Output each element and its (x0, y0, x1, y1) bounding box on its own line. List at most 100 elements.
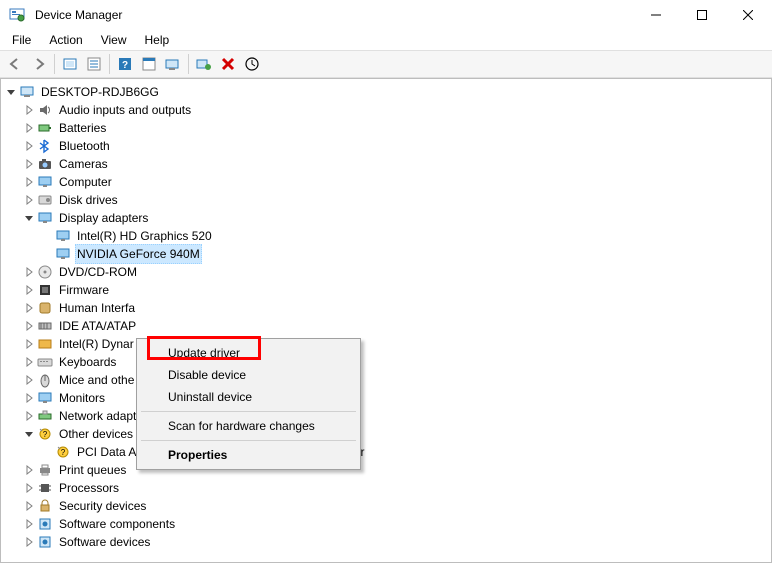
ctx-update-driver[interactable]: Update driver (140, 342, 357, 364)
minimize-button[interactable] (633, 0, 679, 30)
expand-toggle[interactable] (21, 282, 37, 298)
tree-device[interactable]: ?PCI Data Acquisition and Signal Process… (3, 443, 771, 461)
expand-toggle[interactable] (21, 336, 37, 352)
tree-item-label: IDE ATA/ATAP (57, 317, 138, 335)
expand-toggle[interactable] (21, 498, 37, 514)
tree-item-label: Processors (57, 479, 121, 497)
tree-item-label: Disk drives (57, 191, 120, 209)
maximize-button[interactable] (679, 0, 725, 30)
tree-category[interactable]: Bluetooth (3, 137, 771, 155)
context-menu: Update driver Disable device Uninstall d… (136, 338, 361, 470)
tree-category[interactable]: Disk drives (3, 191, 771, 209)
tree-category[interactable]: Display adapters (3, 209, 771, 227)
close-button[interactable] (725, 0, 771, 30)
pc-icon (19, 84, 35, 100)
separator (54, 54, 55, 74)
expand-toggle[interactable] (21, 264, 37, 280)
tree-category[interactable]: Security devices (3, 497, 771, 515)
tree-device[interactable]: NVIDIA GeForce 940M (3, 245, 771, 263)
tree-category[interactable]: Firmware (3, 281, 771, 299)
chip-icon (37, 282, 53, 298)
tree-category[interactable]: Processors (3, 479, 771, 497)
component-icon (37, 534, 53, 550)
ctx-disable-device[interactable]: Disable device (140, 364, 357, 386)
expand-toggle[interactable] (21, 120, 37, 136)
tree-item-label: Keyboards (57, 353, 118, 371)
expand-toggle[interactable] (21, 156, 37, 172)
menu-view[interactable]: View (93, 31, 135, 49)
show-hidden-button[interactable] (59, 53, 81, 75)
optical-icon (37, 264, 53, 280)
expand-toggle[interactable] (21, 300, 37, 316)
device-tree[interactable]: DESKTOP-RDJB6GGAudio inputs and outputsB… (1, 79, 771, 562)
tree-category[interactable]: Batteries (3, 119, 771, 137)
properties-button[interactable] (83, 53, 105, 75)
expand-toggle[interactable] (21, 516, 37, 532)
expand-toggle[interactable] (21, 192, 37, 208)
tree-category[interactable]: Cameras (3, 155, 771, 173)
tree-category[interactable]: Monitors (3, 389, 771, 407)
scan-hardware-button[interactable] (193, 53, 215, 75)
camera-icon (37, 156, 53, 172)
expand-toggle[interactable] (21, 372, 37, 388)
monitor-icon (37, 210, 53, 226)
forward-button[interactable] (28, 53, 50, 75)
menu-file[interactable]: File (4, 31, 39, 49)
menu-help[interactable]: Help (137, 31, 178, 49)
tree-category[interactable]: Network adapters (3, 407, 771, 425)
printer-icon (37, 462, 53, 478)
expand-toggle[interactable] (21, 408, 37, 424)
tree-item-label: Mice and othe (57, 371, 136, 389)
cpu-icon (37, 480, 53, 496)
expand-toggle[interactable] (21, 318, 37, 334)
update-driver-button[interactable] (162, 53, 184, 75)
tree-category[interactable]: Mice and othe (3, 371, 771, 389)
svg-text:?: ? (43, 430, 48, 439)
action-center-button[interactable] (138, 53, 160, 75)
tree-item-label: Human Interfa (57, 299, 137, 317)
menu-bar: File Action View Help (0, 30, 772, 50)
tree-category[interactable]: DVD/CD-ROM (3, 263, 771, 281)
expand-toggle[interactable] (21, 480, 37, 496)
back-button[interactable] (4, 53, 26, 75)
mouse-icon (37, 372, 53, 388)
help-button[interactable]: ? (114, 53, 136, 75)
speaker-icon (37, 102, 53, 118)
tree-category[interactable]: Print queues (3, 461, 771, 479)
tree-category[interactable]: ?Other devices (3, 425, 771, 443)
ctx-divider (141, 440, 356, 441)
tree-device[interactable]: Intel(R) HD Graphics 520 (3, 227, 771, 245)
expand-toggle[interactable] (21, 174, 37, 190)
tree-category[interactable]: Audio inputs and outputs (3, 101, 771, 119)
tree-category[interactable]: Computer (3, 173, 771, 191)
expand-toggle[interactable] (3, 84, 19, 100)
bluetooth-icon (37, 138, 53, 154)
tree-category[interactable]: Keyboards (3, 353, 771, 371)
expand-toggle[interactable] (21, 390, 37, 406)
tree-item-label: Batteries (57, 119, 108, 137)
expand-toggle[interactable] (21, 102, 37, 118)
tree-category[interactable]: Human Interfa (3, 299, 771, 317)
enable-button[interactable] (241, 53, 263, 75)
tree-root[interactable]: DESKTOP-RDJB6GG (3, 83, 771, 101)
expand-toggle[interactable] (21, 138, 37, 154)
tree-category[interactable]: Software components (3, 515, 771, 533)
expand-toggle[interactable] (21, 354, 37, 370)
expand-toggle[interactable] (21, 534, 37, 550)
ctx-scan-hardware[interactable]: Scan for hardware changes (140, 415, 357, 437)
expand-toggle[interactable] (21, 462, 37, 478)
ctx-properties[interactable]: Properties (140, 444, 357, 466)
tree-item-label: Software components (57, 515, 177, 533)
tree-category[interactable]: Software devices (3, 533, 771, 551)
window-title: Device Manager (35, 8, 122, 22)
title-bar: Device Manager (0, 0, 772, 30)
expand-toggle[interactable] (21, 426, 37, 442)
uninstall-button[interactable] (217, 53, 239, 75)
tree-category[interactable]: IDE ATA/ATAP (3, 317, 771, 335)
ctx-uninstall-device[interactable]: Uninstall device (140, 386, 357, 408)
tree-category[interactable]: Intel(R) Dynar (3, 335, 771, 353)
tree-item-label: Software devices (57, 533, 152, 551)
menu-action[interactable]: Action (41, 31, 90, 49)
tree-item-label: Display adapters (57, 209, 150, 227)
expand-toggle[interactable] (21, 210, 37, 226)
